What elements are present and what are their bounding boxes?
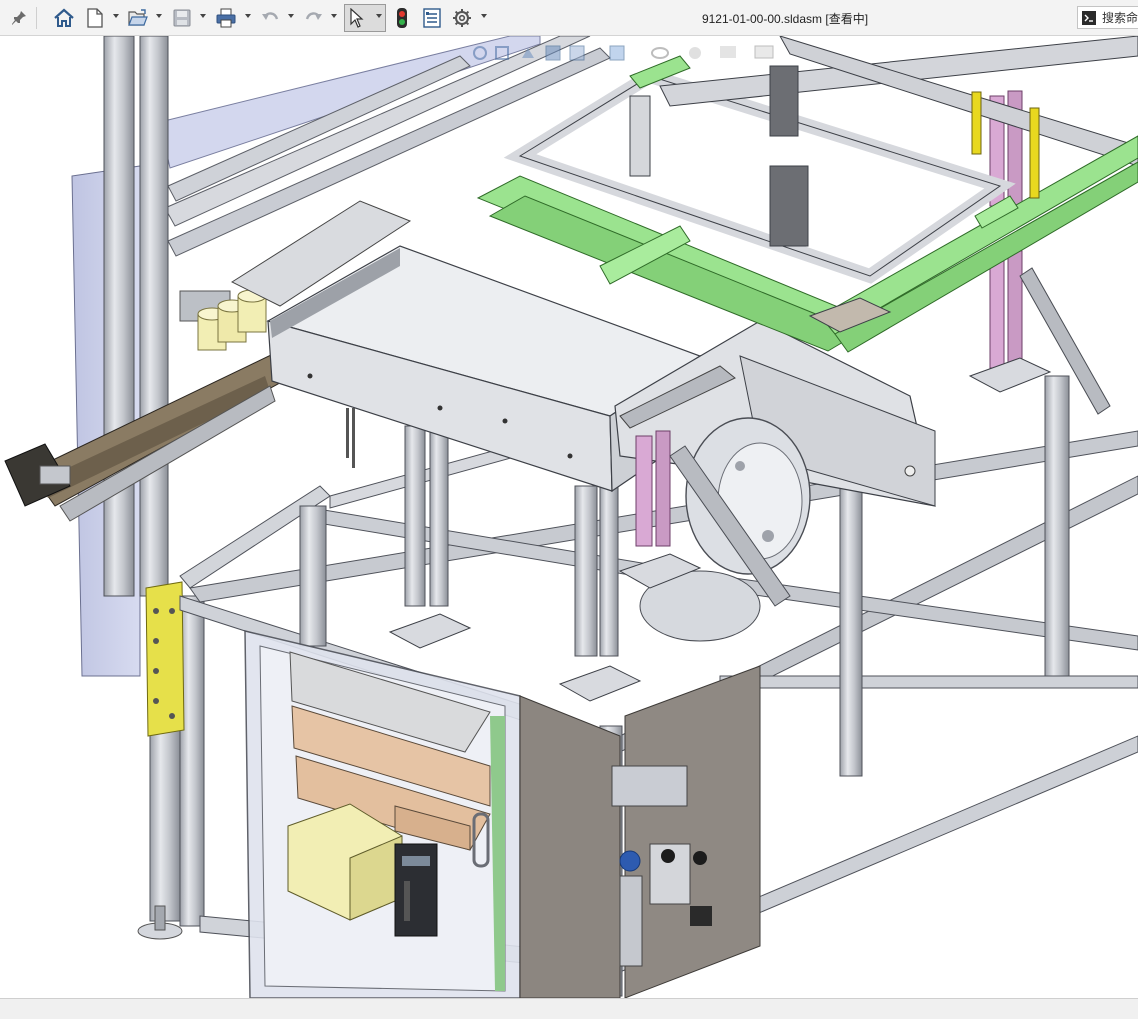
view-settings-icon[interactable] bbox=[754, 45, 774, 59]
assembly-model-view bbox=[4, 36, 1138, 998]
hide-show-icon[interactable] bbox=[651, 47, 669, 59]
previous-view-icon[interactable] bbox=[522, 48, 534, 58]
redo-dropdown-caret[interactable] bbox=[331, 14, 337, 18]
document-title: 9121-01-00-00.sldasm [查看中] bbox=[701, 12, 869, 26]
display-style-icon[interactable] bbox=[609, 45, 625, 61]
apply-scene-icon[interactable] bbox=[720, 46, 736, 58]
save-dropdown-caret[interactable] bbox=[200, 14, 206, 18]
select-dropdown-caret[interactable] bbox=[376, 14, 382, 18]
select-pointer-icon[interactable] bbox=[347, 5, 367, 31]
redo-icon[interactable] bbox=[302, 5, 326, 31]
heads-up-view-toolbar bbox=[470, 40, 790, 66]
status-bar bbox=[0, 998, 1138, 1019]
rebuild-traffic-light-icon[interactable] bbox=[393, 5, 411, 31]
zoom-to-fit-icon[interactable] bbox=[473, 46, 487, 60]
title-toolbar: 9121-01-00-00.sldasm [查看中] 搜索命 bbox=[0, 0, 1138, 36]
undo-icon[interactable] bbox=[258, 5, 282, 31]
options-dropdown-caret[interactable] bbox=[481, 14, 487, 18]
home-icon[interactable] bbox=[50, 5, 78, 31]
edit-appearance-icon[interactable] bbox=[689, 47, 701, 59]
options-gear-icon[interactable] bbox=[450, 5, 474, 31]
print-dropdown-caret[interactable] bbox=[245, 14, 251, 18]
view-orientation-icon[interactable] bbox=[569, 45, 585, 61]
undo-dropdown-caret[interactable] bbox=[288, 14, 294, 18]
command-prompt-icon bbox=[1082, 10, 1096, 25]
zoom-area-icon[interactable] bbox=[495, 46, 509, 60]
save-icon[interactable] bbox=[170, 5, 194, 31]
open-icon[interactable] bbox=[126, 5, 150, 31]
toolbar-separator bbox=[36, 7, 37, 29]
file-properties-icon[interactable] bbox=[420, 5, 444, 31]
pin-icon[interactable] bbox=[8, 5, 30, 31]
yellow-mounting-plate bbox=[145, 581, 185, 737]
new-dropdown-caret[interactable] bbox=[113, 14, 119, 18]
new-document-icon[interactable] bbox=[84, 5, 106, 31]
print-icon[interactable] bbox=[213, 5, 239, 31]
electrical-cabinet bbox=[244, 630, 521, 998]
open-dropdown-caret[interactable] bbox=[156, 14, 162, 18]
search-commands-label: 搜索命 bbox=[1102, 11, 1138, 25]
graphics-area[interactable] bbox=[0, 36, 1138, 998]
pneumatic-panel bbox=[519, 665, 761, 998]
search-commands-box[interactable]: 搜索命 bbox=[1077, 6, 1138, 29]
section-view-icon[interactable] bbox=[545, 45, 561, 61]
